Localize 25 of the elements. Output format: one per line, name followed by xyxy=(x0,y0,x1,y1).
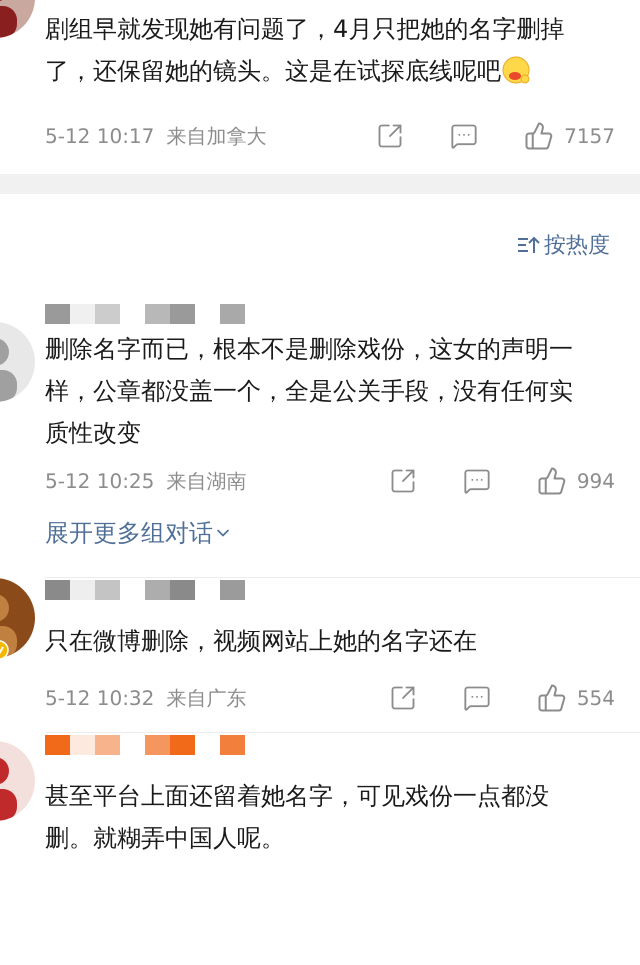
comment-text: 只在微博删除，视频网站上她的名字还在 xyxy=(45,627,477,655)
reply-button[interactable] xyxy=(462,684,491,712)
share-button[interactable] xyxy=(376,122,404,150)
comment-text: 甚至平台上面还留着她名字，可见戏份一点都没删。就糊弄中国人呢。 xyxy=(45,782,549,852)
like-count: 994 xyxy=(576,469,615,493)
expand-replies-link[interactable]: 展开更多组对话 xyxy=(45,519,233,547)
like-count: 7157 xyxy=(564,124,615,148)
like-button[interactable] xyxy=(524,121,554,151)
comment-location: 来自广东 xyxy=(166,684,246,712)
like-button[interactable] xyxy=(536,683,567,713)
share-button[interactable] xyxy=(388,467,417,495)
comment-location: 来自湖南 xyxy=(166,468,246,494)
like-count: 554 xyxy=(576,686,615,710)
share-button[interactable] xyxy=(388,684,417,712)
sort-button[interactable]: 按热度 xyxy=(516,232,610,258)
comment-time: 5-12 10:32 xyxy=(45,686,154,710)
comment-time: 5-12 10:25 xyxy=(45,469,154,493)
reply-button[interactable] xyxy=(462,467,491,495)
comment-time: 5-12 10:17 xyxy=(45,124,154,148)
comment-text: 剧组早就发现她有问题了，4月只把她的名字删掉了，还保留她的镜头。这是在试探底线呢吧 xyxy=(45,15,564,85)
comment-text: 删除名字而已，根本不是删除戏份，这女的声明一样，公章都没盖一个，全是公关手段，没有任何实质性改变 xyxy=(45,335,573,447)
comment-location: 来自加拿大 xyxy=(166,122,266,150)
like-button[interactable] xyxy=(536,466,567,496)
reply-button[interactable] xyxy=(450,122,478,150)
sort-icon xyxy=(516,234,540,256)
